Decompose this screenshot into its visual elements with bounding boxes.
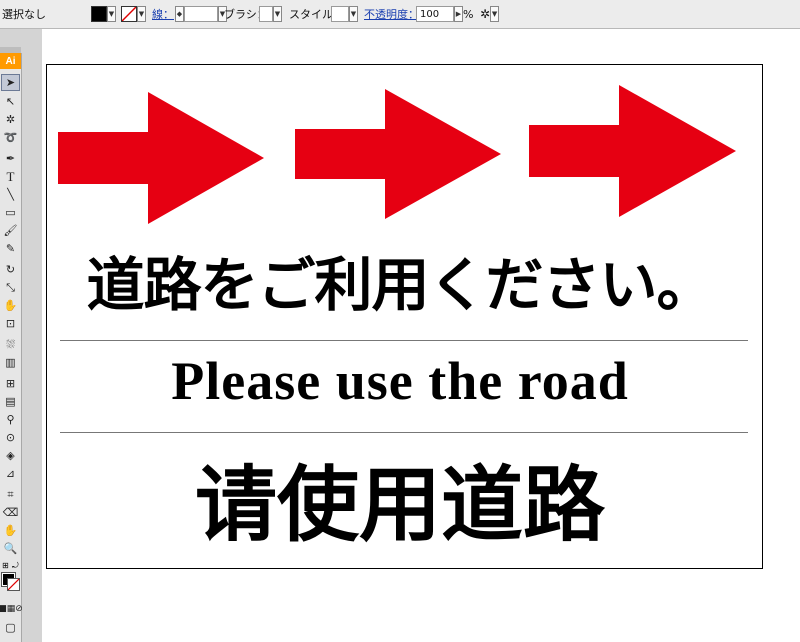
rectangle-icon: ▭ <box>5 206 16 219</box>
pen-icon: ✒ <box>5 152 16 165</box>
fill-stroke-indicator[interactable]: ⊞ ⤾ <box>1 561 20 597</box>
stroke-none-swatch[interactable] <box>121 6 137 22</box>
paintbrush-tool[interactable]: 🖌 <box>1 222 20 239</box>
magic-wand-icon: ✲ <box>5 113 16 126</box>
direct-selection-tool[interactable]: ↖ <box>1 93 20 110</box>
direct-selection-icon: ↖ <box>5 95 16 108</box>
selection-status: 選択なし <box>2 8 46 21</box>
selection-tool[interactable]: ➤ <box>1 74 20 91</box>
opacity-input[interactable]: 100 <box>416 6 454 22</box>
right-arrow-1[interactable] <box>58 92 264 224</box>
swap-colors-icon[interactable]: ⤾ <box>12 561 19 571</box>
magic-wand-tool[interactable]: ✲ <box>1 111 20 128</box>
english-text[interactable]: Please use the road <box>0 350 800 420</box>
style-field[interactable] <box>331 6 349 22</box>
rectangle-tool[interactable]: ▭ <box>1 204 20 221</box>
stroke-swatch[interactable] <box>7 578 20 591</box>
brush-dropdown-icon[interactable]: ▼ <box>273 6 282 22</box>
default-colors-icon[interactable]: ⊞ <box>2 561 9 570</box>
selection-arrow-icon: ➤ <box>5 76 16 89</box>
stroke-label[interactable]: 線： <box>152 0 174 28</box>
zoom-tool[interactable]: 🔍 <box>1 540 20 557</box>
color-mode-buttons[interactable]: ■▦⊘ <box>0 600 23 617</box>
opacity-dropdown-icon[interactable]: ▶ <box>454 6 463 22</box>
opacity-unit: % <box>463 7 474 21</box>
line-icon: ╲ <box>7 188 14 201</box>
recolor-icon[interactable]: ✲ <box>480 7 490 21</box>
line-tool[interactable]: ╲ <box>1 186 20 203</box>
brush-field[interactable] <box>259 6 273 22</box>
stroke-none-icon <box>122 7 136 21</box>
screen-mode-icon: ▢ <box>5 621 16 634</box>
fill-color-swatch[interactable] <box>91 6 107 22</box>
type-icon: T <box>6 168 15 184</box>
divider-line-1[interactable] <box>60 340 748 341</box>
control-bar: 選択なし ▼ ▼ 線： ◆ ▼ ブラシ： ▼ スタイル： ▼ 不透明度： 100… <box>0 0 800 29</box>
opacity-label[interactable]: 不透明度： <box>364 0 419 28</box>
chinese-text[interactable]: 请使用道路 <box>0 438 800 553</box>
japanese-text[interactable]: 道路をご利用ください。 <box>0 238 800 319</box>
style-dropdown-icon[interactable]: ▼ <box>349 6 358 22</box>
lasso-tool[interactable]: ➰ <box>1 129 20 146</box>
right-arrow-2[interactable] <box>295 89 501 219</box>
paintbrush-icon: 🖌 <box>3 224 18 237</box>
right-arrow-3[interactable] <box>529 85 736 217</box>
screen-mode-button[interactable]: ▢ <box>1 619 20 636</box>
zoom-icon: 🔍 <box>3 542 18 555</box>
color-mode-icon: ■▦⊘ <box>0 603 23 614</box>
lasso-icon: ➰ <box>3 131 18 144</box>
fill-dropdown-icon[interactable]: ▼ <box>107 6 116 22</box>
divider-line-2[interactable] <box>60 432 748 433</box>
stroke-dropdown-icon[interactable]: ▼ <box>137 6 146 22</box>
app-logo: Ai <box>0 53 21 69</box>
none-icon <box>8 579 19 590</box>
free-transform-icon: ⊡ <box>5 317 16 330</box>
recolor-dropdown-icon[interactable]: ▼ <box>490 6 500 22</box>
stroke-weight-stepper[interactable]: ◆ <box>175 6 184 22</box>
pen-tool[interactable]: ✒ <box>1 150 20 167</box>
type-tool[interactable]: T <box>1 168 20 185</box>
stroke-weight-field[interactable] <box>184 6 218 22</box>
